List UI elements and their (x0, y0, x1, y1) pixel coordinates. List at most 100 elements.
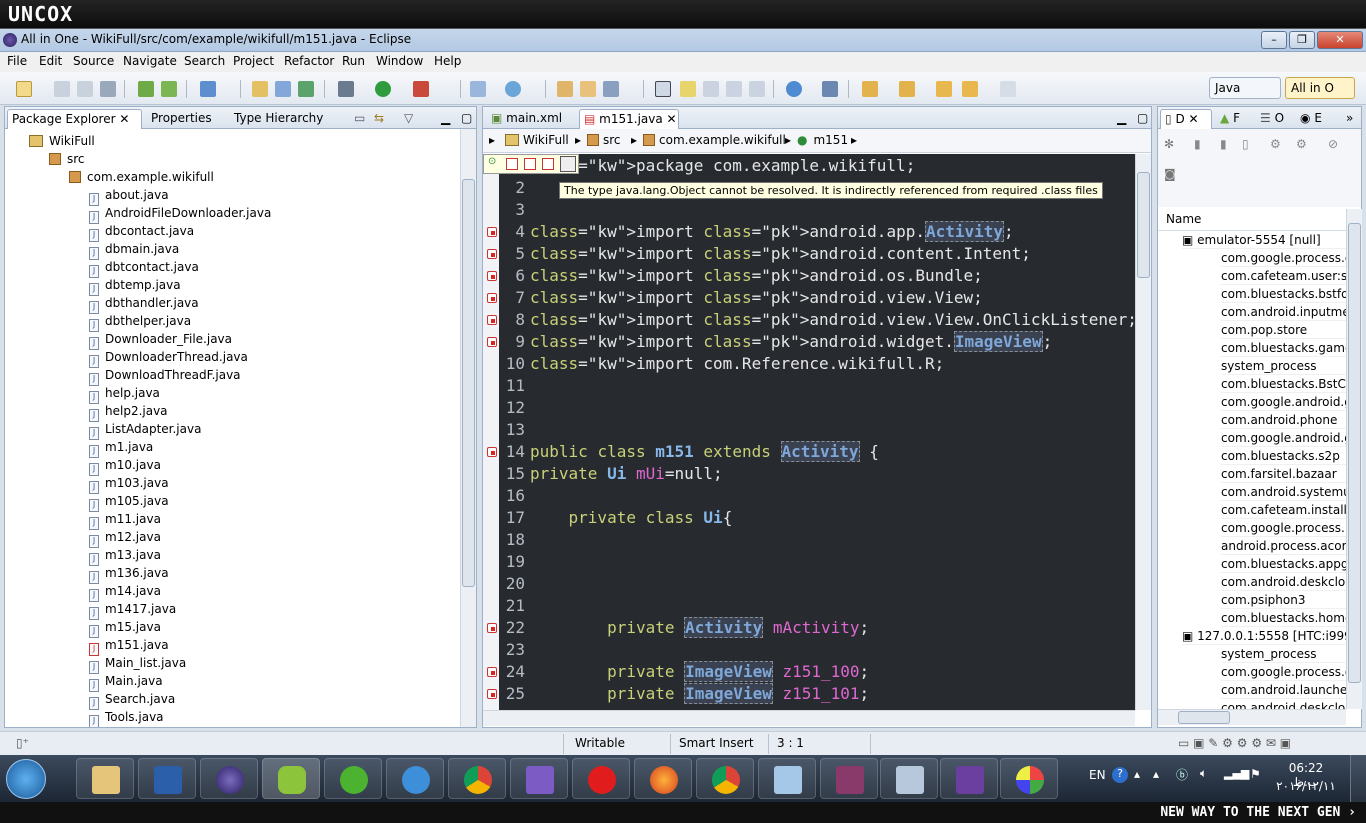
open-resource-icon[interactable] (275, 81, 291, 97)
action-center-icon[interactable]: ⚑ (1250, 767, 1261, 781)
tree-file[interactable]: J Tools.java (89, 708, 164, 727)
code-line[interactable]: class="kw">import class="pk">android.vie… (530, 310, 1135, 329)
maximize-editor-button[interactable]: ▢ (1133, 109, 1152, 129)
tree-file[interactable]: J ListAdapter.java (89, 420, 201, 440)
taskbar-firefox[interactable] (634, 758, 692, 799)
run-icon[interactable] (375, 81, 391, 97)
process-row[interactable]: com.android.inputmet (1221, 303, 1346, 321)
minimize-button[interactable]: – (1261, 31, 1287, 49)
process-row[interactable]: com.bluestacks.appgui (1221, 555, 1346, 573)
search-tools-icon[interactable] (603, 81, 619, 97)
maximize-button[interactable]: ❐ (1289, 31, 1315, 49)
tab-type-hierarchy[interactable]: Type Hierarchy (230, 109, 327, 129)
code-line[interactable]: private Ui mUi=null; (530, 464, 723, 483)
tree-file[interactable]: J Main.java (89, 672, 163, 692)
tree-scroll-thumb[interactable] (462, 179, 475, 587)
taskbar-chrome[interactable] (448, 758, 506, 799)
error-marker-icon[interactable] (487, 315, 497, 325)
process-row[interactable]: com.bluestacks.BstCor (1221, 375, 1346, 393)
cause-gc-icon[interactable]: ▯ (1242, 137, 1249, 151)
tree-file[interactable]: Jm11.java (89, 510, 161, 530)
process-row[interactable]: com.google.process.ga (1221, 663, 1346, 681)
code-line[interactable]: private class Ui{ (530, 508, 733, 527)
device-row[interactable]: ▣ 127.0.0.1:5558 [HTC:i9999c (1182, 627, 1346, 645)
clock-date[interactable]: ۲۰۱۶/۱۲/۱۱ (1276, 779, 1336, 793)
tree-file[interactable]: Jabout.java (89, 186, 169, 206)
tree-file[interactable]: Jm12.java (89, 528, 161, 548)
name-column-header[interactable]: Name (1158, 209, 1346, 231)
show-desktop-button[interactable] (1350, 755, 1366, 802)
dump-hprof-icon[interactable]: ▮ (1220, 137, 1227, 151)
block-selection-icon[interactable] (703, 81, 719, 97)
devices-hscroll-thumb[interactable] (1178, 711, 1230, 724)
code-line[interactable]: public class m151 extends Activity { (530, 441, 879, 462)
tree-file[interactable]: Jm136.java (89, 564, 169, 584)
breadcrumb-package[interactable]: com.example.wikifull (643, 133, 786, 147)
tree-file[interactable]: J DownloadThreadF.java (89, 366, 241, 386)
android-sdk-icon[interactable] (138, 81, 154, 97)
tree-file[interactable]: J Main_list.java (89, 654, 186, 674)
process-row[interactable]: com.bluestacks.gamep (1221, 339, 1346, 357)
taskbar-bluestacks[interactable] (324, 758, 382, 799)
tree-file[interactable]: Jhelp.java (89, 384, 160, 404)
code-line[interactable]: class="kw">import class="pk">android.con… (530, 244, 1031, 263)
process-row[interactable]: com.android.systemui (1221, 483, 1346, 501)
tab-devices[interactable]: ▯ D ✕ (1160, 109, 1212, 129)
taskbar-winrar[interactable] (820, 758, 878, 799)
process-row[interactable]: com.bluestacks.s2p (1221, 447, 1346, 465)
taskbar-paint[interactable] (1000, 758, 1058, 799)
menu-refactor[interactable]: Refactor (284, 54, 334, 68)
fast-view-icon[interactable]: ▯⁺ (16, 736, 29, 750)
menu-edit[interactable]: Edit (39, 54, 62, 68)
tree-src[interactable]: src (49, 150, 85, 168)
taskbar-word[interactable] (138, 758, 196, 799)
pilcrow-icon[interactable] (749, 81, 765, 97)
taskbar-chrome-2[interactable] (696, 758, 754, 799)
new-class-icon[interactable] (505, 81, 521, 97)
error-marker-icon[interactable] (506, 158, 518, 170)
debug-process-icon[interactable]: ✻ (1164, 137, 1174, 151)
save-all-icon[interactable] (77, 81, 93, 97)
tree-file[interactable]: Jdbmain.java (89, 240, 179, 260)
menu-navigate[interactable]: Navigate (123, 54, 177, 68)
editor-vscrollbar[interactable] (1135, 154, 1151, 710)
tab-outline[interactable]: ☰ O (1256, 109, 1288, 129)
link-editor-icon[interactable]: ⇆ (370, 109, 388, 129)
tree-file[interactable]: Jm14.java (89, 582, 161, 602)
error-marker-icon[interactable] (560, 156, 576, 172)
last-edit-icon[interactable] (936, 81, 952, 97)
external-tools-icon[interactable] (413, 81, 429, 97)
help-icon[interactable]: ? (1112, 767, 1128, 783)
perspective-all-in-one[interactable]: All in O (1285, 77, 1355, 99)
error-marker-icon[interactable] (487, 271, 497, 281)
process-row[interactable]: com.android.launcher (1221, 681, 1346, 699)
breadcrumb-project[interactable]: WikiFull (505, 133, 569, 147)
start-button[interactable] (6, 759, 46, 799)
process-row[interactable]: com.android.deskclock (1221, 699, 1346, 709)
save-icon[interactable] (54, 81, 70, 97)
refresh-icon[interactable] (298, 81, 314, 97)
code-line[interactable]: class="kw">import class="pk">android.wid… (530, 331, 1052, 352)
menu-help[interactable]: Help (434, 54, 461, 68)
taskbar-visual-studio[interactable] (510, 758, 568, 799)
process-row[interactable]: com.bluestacks.home (1221, 609, 1346, 627)
open-type-icon[interactable] (252, 81, 268, 97)
error-marker-icon[interactable] (487, 249, 497, 259)
process-row[interactable]: com.bluestacks.bstfold (1221, 285, 1346, 303)
breadcrumb-class[interactable]: ● m151 (797, 133, 848, 147)
show-whitespace-icon[interactable] (726, 81, 742, 97)
code-line[interactable]: private Activity mActivity; (530, 617, 869, 638)
error-marker-icon[interactable] (487, 227, 497, 237)
code-line[interactable]: private ImageView z151_100; (530, 661, 869, 682)
new-icon[interactable] (16, 81, 32, 97)
error-marker-icon[interactable] (487, 447, 497, 457)
minimize-editor-button[interactable]: ▁ (1113, 109, 1130, 129)
tab-package-explorer[interactable]: Package Explorer ✕ (7, 109, 142, 129)
view-menu-icon[interactable]: ▽ (400, 109, 417, 129)
taskbar-android[interactable] (262, 758, 320, 799)
menu-search[interactable]: Search (184, 54, 225, 68)
maximize-view-button[interactable]: ▢ (457, 109, 476, 129)
tree-file[interactable]: J Downloader_File.java (89, 330, 232, 350)
update-threads-icon[interactable]: ⚙ (1270, 137, 1281, 151)
tree-file[interactable]: Jm151.java (89, 636, 169, 656)
